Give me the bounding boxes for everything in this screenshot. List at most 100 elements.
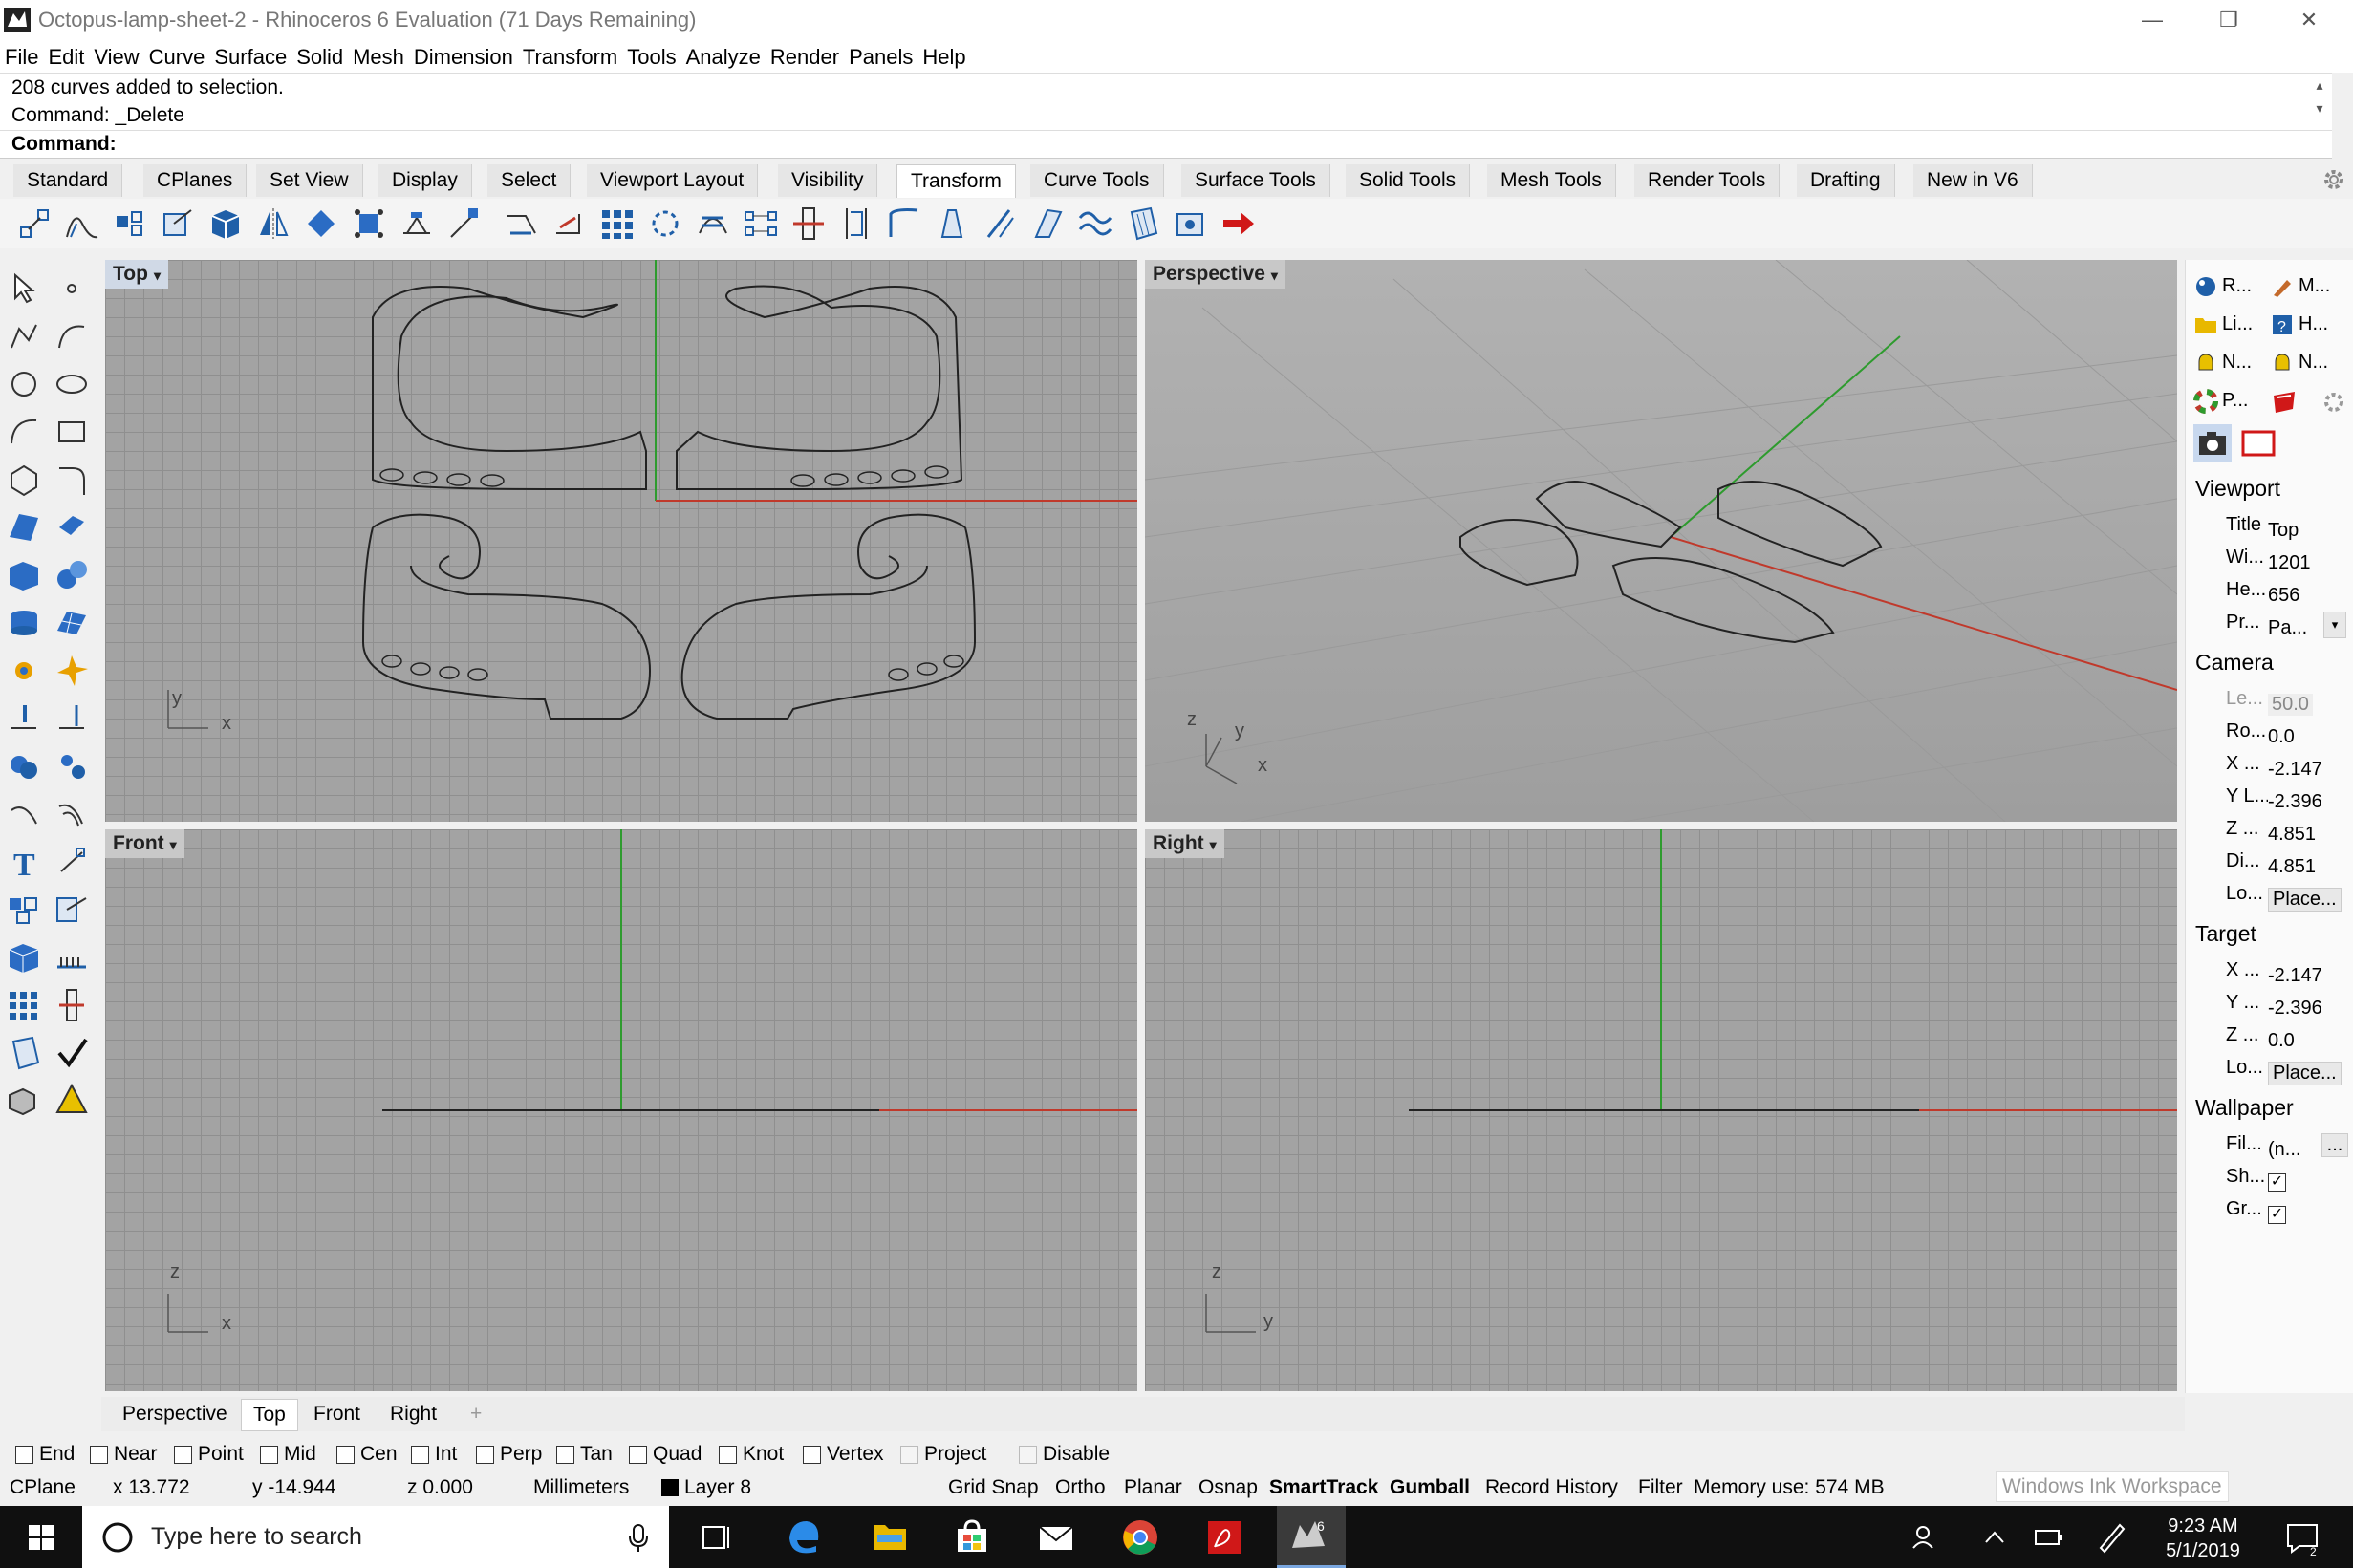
- tab-select[interactable]: Select: [487, 164, 572, 197]
- file-explorer-icon[interactable]: [866, 1514, 914, 1561]
- check-icon[interactable]: [54, 1034, 90, 1072]
- osnap-mid[interactable]: Mid: [260, 1443, 316, 1466]
- place-target-button[interactable]: Place...: [2268, 1062, 2342, 1085]
- panel-tab-help[interactable]: ? H...: [2270, 308, 2328, 340]
- layers-icon[interactable]: [2270, 388, 2299, 415]
- checkbox[interactable]: [336, 1445, 355, 1464]
- solid-box-icon[interactable]: [6, 938, 42, 977]
- array-icon[interactable]: [350, 204, 388, 243]
- viewport-tab-front[interactable]: Front: [302, 1399, 372, 1429]
- text-icon[interactable]: T: [6, 843, 42, 881]
- task-view-icon[interactable]: [692, 1514, 740, 1561]
- rhino-taskbar-button[interactable]: 6: [1277, 1506, 1346, 1568]
- viewport-tab-right[interactable]: Right: [378, 1399, 448, 1429]
- dimension-icon[interactable]: [54, 843, 90, 881]
- browse-button[interactable]: ...: [2321, 1133, 2348, 1157]
- checkbox[interactable]: [719, 1445, 737, 1464]
- menu-view[interactable]: View: [89, 42, 143, 73]
- acrobat-icon[interactable]: [1200, 1514, 1248, 1561]
- viewport-right[interactable]: Right ▾ z y: [1145, 829, 2177, 1391]
- box-icon[interactable]: [6, 556, 42, 594]
- units-label[interactable]: Millimeters: [533, 1475, 629, 1500]
- rotate-icon[interactable]: [111, 204, 149, 243]
- orient-icon[interactable]: [302, 204, 340, 243]
- point-icon[interactable]: [54, 269, 90, 308]
- pyramid-icon[interactable]: [54, 1082, 90, 1120]
- scroll-down-icon[interactable]: ▾: [2311, 100, 2328, 117]
- close-button[interactable]: ✕: [2280, 2, 2338, 38]
- panel-tab-named-views[interactable]: N...: [2270, 346, 2328, 378]
- camera-icon[interactable]: [2193, 424, 2232, 462]
- sphere-icon[interactable]: [54, 556, 90, 594]
- splop-icon[interactable]: [981, 204, 1019, 243]
- solid-tools-icon[interactable]: [6, 1082, 42, 1120]
- taskbar-search[interactable]: Type here to search: [82, 1506, 669, 1568]
- panel-tab-notes[interactable]: N...: [2193, 346, 2252, 378]
- menu-solid[interactable]: Solid: [291, 42, 348, 73]
- store-icon[interactable]: [948, 1514, 996, 1561]
- osnap-quad[interactable]: Quad: [629, 1443, 702, 1466]
- toggle-osnap[interactable]: Osnap: [1198, 1475, 1258, 1500]
- offset-icon[interactable]: [6, 795, 42, 833]
- menu-tools[interactable]: Tools: [622, 42, 680, 73]
- tab-drafting[interactable]: Drafting: [1797, 164, 1895, 197]
- menu-curve[interactable]: Curve: [144, 42, 210, 73]
- explode-icon[interactable]: [54, 652, 90, 690]
- toggle-record-history[interactable]: Record History: [1485, 1475, 1618, 1500]
- panel-tab-rendering[interactable]: R...: [2193, 269, 2252, 302]
- tab-standard[interactable]: Standard: [13, 164, 123, 197]
- toggle-gumball[interactable]: Gumball: [1390, 1475, 1470, 1500]
- layer-label[interactable]: Layer 8: [684, 1475, 751, 1500]
- edge-icon[interactable]: [780, 1514, 828, 1561]
- osnap-cen[interactable]: Cen: [336, 1443, 398, 1466]
- stretch-icon[interactable]: [933, 204, 971, 243]
- align-icon[interactable]: [398, 204, 436, 243]
- grid-icon[interactable]: [6, 986, 42, 1024]
- minimize-button[interactable]: —: [2124, 2, 2181, 38]
- array-curve-icon[interactable]: [694, 204, 732, 243]
- tab-new-in-v6[interactable]: New in V6: [1913, 164, 2033, 197]
- osnap-tan[interactable]: Tan: [556, 1443, 613, 1466]
- tab-mesh-tools[interactable]: Mesh Tools: [1487, 164, 1616, 197]
- checkbox[interactable]: [15, 1445, 33, 1464]
- menu-file[interactable]: File: [0, 42, 43, 73]
- clock[interactable]: 9:23 AM 5/1/2019: [2150, 1514, 2256, 1563]
- menu-surface[interactable]: Surface: [209, 42, 291, 73]
- tab-render-tools[interactable]: Render Tools: [1634, 164, 1781, 197]
- layout-icon[interactable]: [54, 938, 90, 977]
- microphone-icon[interactable]: [623, 1521, 654, 1554]
- move-icon[interactable]: [15, 204, 54, 243]
- osnap-near[interactable]: Near: [90, 1443, 158, 1466]
- menu-panels[interactable]: Panels: [844, 42, 917, 73]
- toggle-smarttrack[interactable]: SmartTrack: [1269, 1475, 1378, 1500]
- checkbox[interactable]: [1019, 1445, 1037, 1464]
- checkbox[interactable]: [174, 1445, 192, 1464]
- tab-curve-tools[interactable]: Curve Tools: [1030, 164, 1164, 197]
- bend-icon[interactable]: [503, 204, 541, 243]
- panel-tab-libraries[interactable]: Li...: [2193, 308, 2253, 340]
- add-viewport-tab-icon[interactable]: +: [459, 1399, 493, 1429]
- polygon-icon[interactable]: [6, 461, 42, 499]
- command-input[interactable]: Command:: [0, 130, 2332, 157]
- surface-icon[interactable]: [6, 508, 42, 547]
- tab-cplanes[interactable]: CPlanes: [143, 164, 248, 197]
- select-arrow-icon[interactable]: [6, 269, 42, 308]
- viewport-tab-perspective[interactable]: Perspective: [111, 1399, 239, 1429]
- box-transform-icon[interactable]: [206, 204, 245, 243]
- osnap-perp[interactable]: Perp: [476, 1443, 542, 1466]
- toggle-ortho[interactable]: Ortho: [1055, 1475, 1106, 1500]
- soft-move-icon[interactable]: [1172, 204, 1210, 243]
- set-points-icon[interactable]: [789, 204, 828, 243]
- blend-icon[interactable]: [54, 795, 90, 833]
- cage-edit-icon[interactable]: [1124, 204, 1162, 243]
- tab-surface-tools[interactable]: Surface Tools: [1181, 164, 1330, 197]
- shear-icon[interactable]: [885, 204, 923, 243]
- menu-dimension[interactable]: Dimension: [409, 42, 518, 73]
- people-icon[interactable]: [1902, 1514, 1950, 1561]
- group-icon[interactable]: [6, 891, 42, 929]
- checkbox[interactable]: [803, 1445, 821, 1464]
- tab-visibility[interactable]: Visibility: [778, 164, 878, 197]
- osnap-vertex[interactable]: Vertex: [803, 1443, 884, 1466]
- show-wallpaper-checkbox[interactable]: ✓: [2268, 1173, 2286, 1192]
- osnap-point[interactable]: Point: [174, 1443, 244, 1466]
